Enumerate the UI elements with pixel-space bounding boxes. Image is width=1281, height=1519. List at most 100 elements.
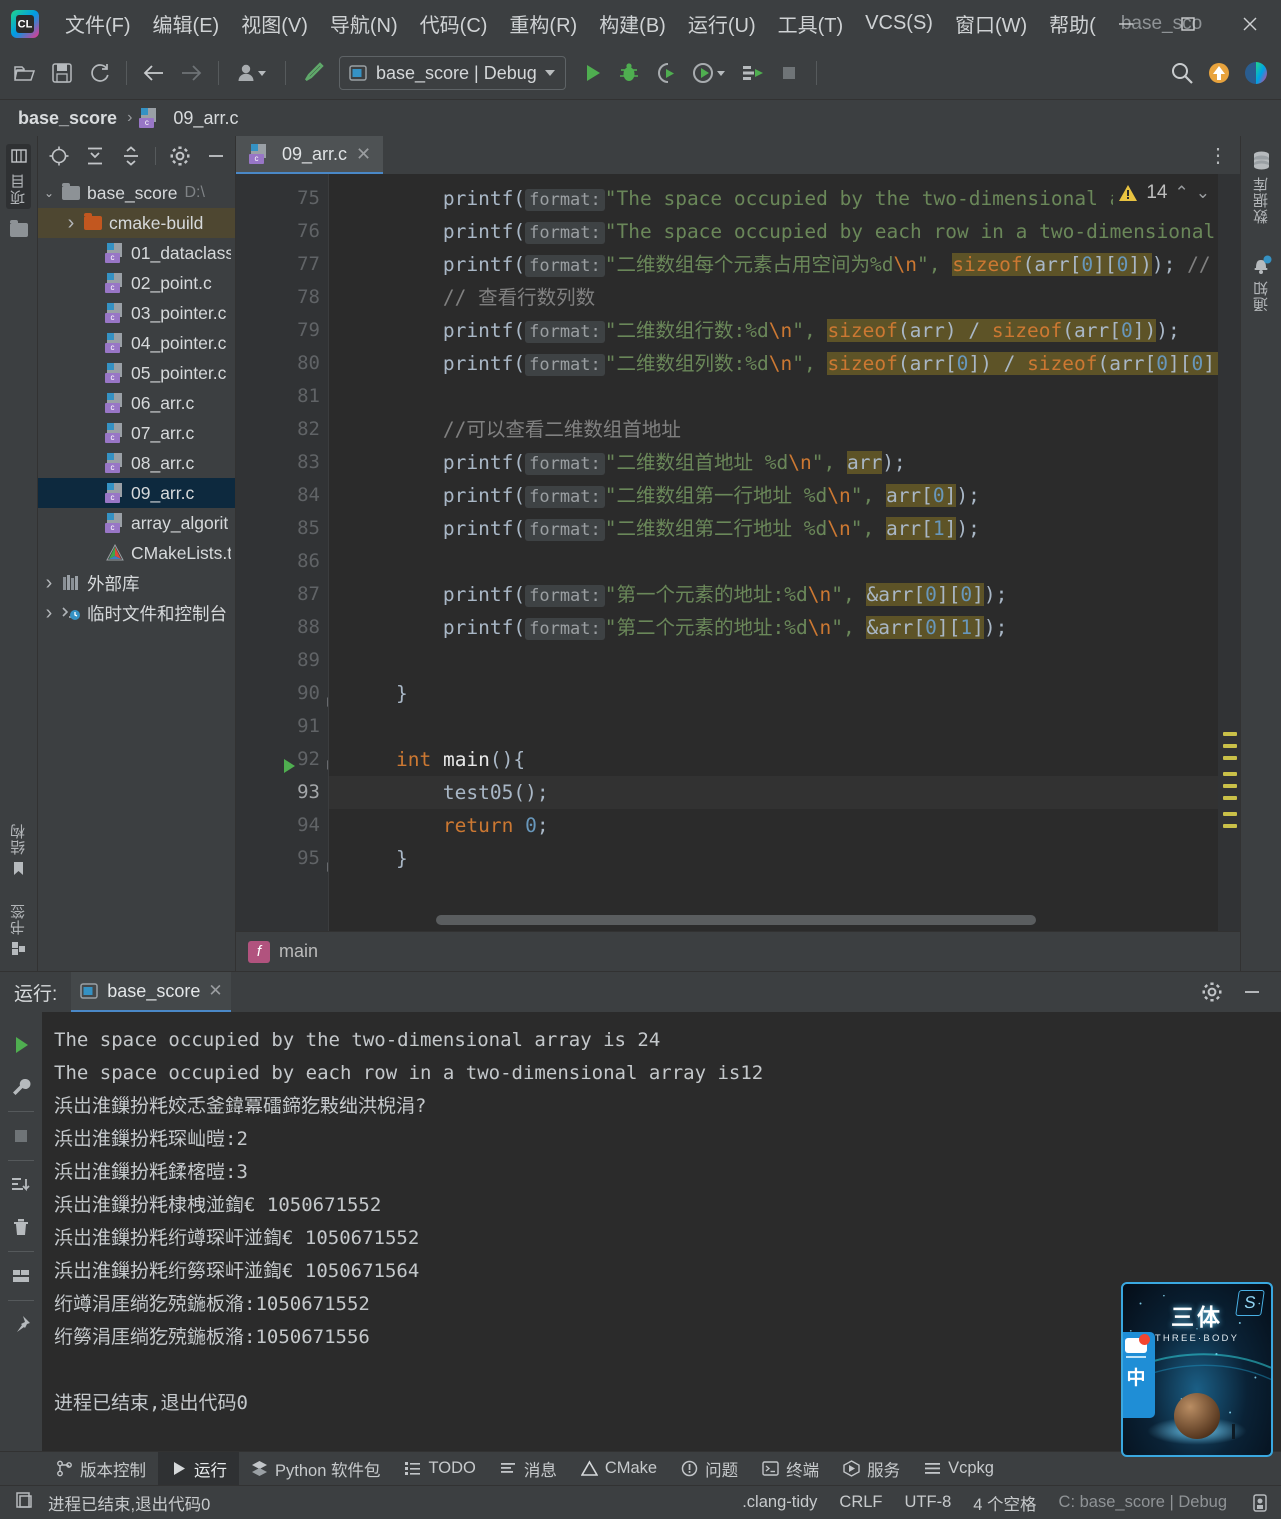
save-icon[interactable] <box>45 56 79 90</box>
debug-bug-icon[interactable] <box>612 56 646 90</box>
editor[interactable]: 75 76 77 78 79 80 81 82 83 84 85 86 87 88 89 90 91 92 93 94… <box>236 174 1240 931</box>
code-line[interactable]: printf(format: "二维数组第一行地址 %d\n", arr[0]); <box>329 479 1240 512</box>
menu-code[interactable]: 代码(C) <box>409 5 499 42</box>
run-icon[interactable] <box>575 56 609 90</box>
console-output[interactable]: The space occupied by the two-dimensiona… <box>42 1012 1281 1451</box>
gutter-line-number[interactable]: 85 <box>236 512 328 545</box>
menu-window[interactable]: 窗口(W) <box>944 5 1038 42</box>
gutter-line-number[interactable]: 88 <box>236 611 328 644</box>
pin-tab-button[interactable] <box>1 1304 41 1346</box>
scrollbar-thumb[interactable] <box>436 915 1036 925</box>
code-line[interactable]: int main(){ <box>329 743 1240 776</box>
ai-assistant-icon[interactable] <box>1239 56 1273 90</box>
bottom-tab-terminal[interactable]: 终端 <box>750 1452 831 1486</box>
menu-run[interactable]: 运行(U) <box>677 5 767 42</box>
edit-configuration-button[interactable] <box>1 1066 41 1108</box>
close-icon[interactable]: ✕ <box>208 981 222 1001</box>
arrow-left-icon[interactable] <box>137 56 171 90</box>
tree-node[interactable]: c 02_point.c <box>38 268 235 298</box>
gutter-line-number[interactable]: 76 <box>236 215 328 248</box>
chevron-right-icon[interactable]: › <box>60 212 82 235</box>
code-line[interactable]: printf(format: "第一个元素的地址:%d\n", &arr[0][0… <box>329 578 1240 611</box>
code-line[interactable]: test05(); <box>329 776 1240 809</box>
menu-view[interactable]: 视图(V) <box>230 5 319 42</box>
user-icon[interactable] <box>229 56 275 90</box>
code-line[interactable] <box>329 380 1240 413</box>
code-line[interactable] <box>329 644 1240 677</box>
bottom-tab-version-control[interactable]: 版本控制 <box>44 1452 158 1486</box>
gutter-line-number[interactable]: 86 <box>236 545 328 578</box>
code-line[interactable]: // 查看行数列数 <box>329 281 1240 314</box>
tree-node[interactable]: c 05_pointer.c <box>38 358 235 388</box>
code-line[interactable]: } <box>329 677 1240 710</box>
ime-mode-toggle[interactable]: 中 <box>1123 1332 1155 1418</box>
hammer-icon[interactable] <box>296 56 330 90</box>
bottom-tab-todo[interactable]: TODO <box>392 1452 487 1486</box>
run-coverage-icon[interactable] <box>649 56 683 90</box>
gear-icon[interactable] <box>165 142 195 170</box>
status-configuration[interactable]: C: base_score | Debug <box>1059 1493 1227 1512</box>
sidebar-item-bookmarks[interactable]: 书签 <box>6 899 31 961</box>
code-line[interactable]: printf(format: "二维数组首地址 %d\n", arr); <box>329 446 1240 479</box>
search-icon[interactable] <box>1165 56 1199 90</box>
refresh-icon[interactable] <box>82 56 116 90</box>
code-line[interactable]: //可以查看二维数组首地址 <box>329 413 1240 446</box>
event-log-icon[interactable] <box>14 1490 34 1515</box>
collapse-all-icon[interactable] <box>116 142 146 170</box>
run-configuration-selector[interactable]: base_score | Debug <box>339 56 566 90</box>
close-button[interactable] <box>1219 0 1281 47</box>
sidebar-item-database[interactable]: 数据库 <box>1249 146 1274 228</box>
clear-all-button[interactable] <box>1 1206 41 1248</box>
status-encoding[interactable]: UTF-8 <box>905 1493 952 1512</box>
chevron-down-icon[interactable]: ⌄ <box>1196 183 1210 203</box>
gutter-line-number[interactable]: 77 <box>236 248 328 281</box>
code-line[interactable]: printf(format: "二维数组第二行地址 %d\n", arr[1]); <box>329 512 1240 545</box>
gutter-line-number[interactable]: 89 <box>236 644 328 677</box>
notifications-corner-icon[interactable] <box>1249 1492 1271 1514</box>
code-line[interactable]: printf(format: "The space occupied by the… <box>329 182 1240 215</box>
menu-file[interactable]: 文件(F) <box>54 5 142 42</box>
code-line[interactable]: return 0; <box>329 809 1240 842</box>
maximize-button[interactable] <box>1157 0 1219 47</box>
profiler-icon[interactable] <box>686 56 732 90</box>
attach-process-icon[interactable] <box>735 56 769 90</box>
tree-node[interactable]: › cmake-build <box>38 208 235 238</box>
breadcrumb-project[interactable]: base_score <box>14 106 121 131</box>
tree-node[interactable]: › 外部库 <box>38 568 235 598</box>
more-options-icon[interactable]: ⋮ <box>1208 143 1230 168</box>
chevron-right-icon[interactable]: › <box>38 602 60 625</box>
ime-floating-widget[interactable]: S 三体 THREE·BODY 中 <box>1121 1282 1273 1457</box>
open-folder-icon[interactable] <box>8 56 42 90</box>
update-arrow-icon[interactable] <box>1202 56 1236 90</box>
menu-edit[interactable]: 编辑(E) <box>142 5 231 42</box>
code-line[interactable]: printf(format: "第二个元素的地址:%d\n", &arr[0][1… <box>329 611 1240 644</box>
gear-icon[interactable] <box>1197 978 1227 1006</box>
status-message[interactable]: 进程已结束,退出代码0 <box>48 1491 210 1515</box>
gutter-line-number[interactable]: 84 <box>236 479 328 512</box>
gutter-line-number[interactable]: 95 <box>236 842 340 875</box>
status-line-separator[interactable]: CRLF <box>839 1493 882 1512</box>
error-stripe[interactable] <box>1218 174 1240 931</box>
code-line[interactable]: printf(format: "The space occupied by eac… <box>329 215 1240 248</box>
chevron-up-icon[interactable]: ⌃ <box>1175 183 1189 203</box>
minimize-button[interactable] <box>1095 0 1157 47</box>
bottom-tab-problems[interactable]: 问题 <box>669 1452 750 1486</box>
expand-all-icon[interactable] <box>80 142 110 170</box>
gutter-line-number[interactable]: 78 <box>236 281 328 314</box>
bottom-tab-vcpkg[interactable]: Vcpkg <box>912 1452 1006 1486</box>
sidebar-item-folder[interactable] <box>8 219 30 241</box>
run-tab-base-score[interactable]: base_score ✕ <box>71 972 231 1012</box>
tree-node[interactable]: ⌄ base_score D:\ <box>38 178 235 208</box>
arrow-right-icon[interactable] <box>174 56 208 90</box>
gutter-line-number[interactable]: 81 <box>236 380 328 413</box>
menu-refactor[interactable]: 重构(R) <box>498 5 588 42</box>
tree-node[interactable]: CMakeLists.t <box>38 538 235 568</box>
minimize-icon[interactable] <box>1237 978 1267 1006</box>
bottom-tab-messages[interactable]: 消息 <box>488 1452 569 1486</box>
code-line[interactable]: printf(format: "二维数组列数:%d\n", sizeof(arr[… <box>329 347 1240 380</box>
stop-icon[interactable] <box>772 56 806 90</box>
code-line[interactable] <box>329 710 1240 743</box>
gutter-line-number[interactable]: 87 <box>236 578 328 611</box>
editor-code[interactable]: printf(format: "The space occupied by the… <box>328 174 1240 931</box>
chevron-right-icon[interactable]: › <box>38 572 60 595</box>
